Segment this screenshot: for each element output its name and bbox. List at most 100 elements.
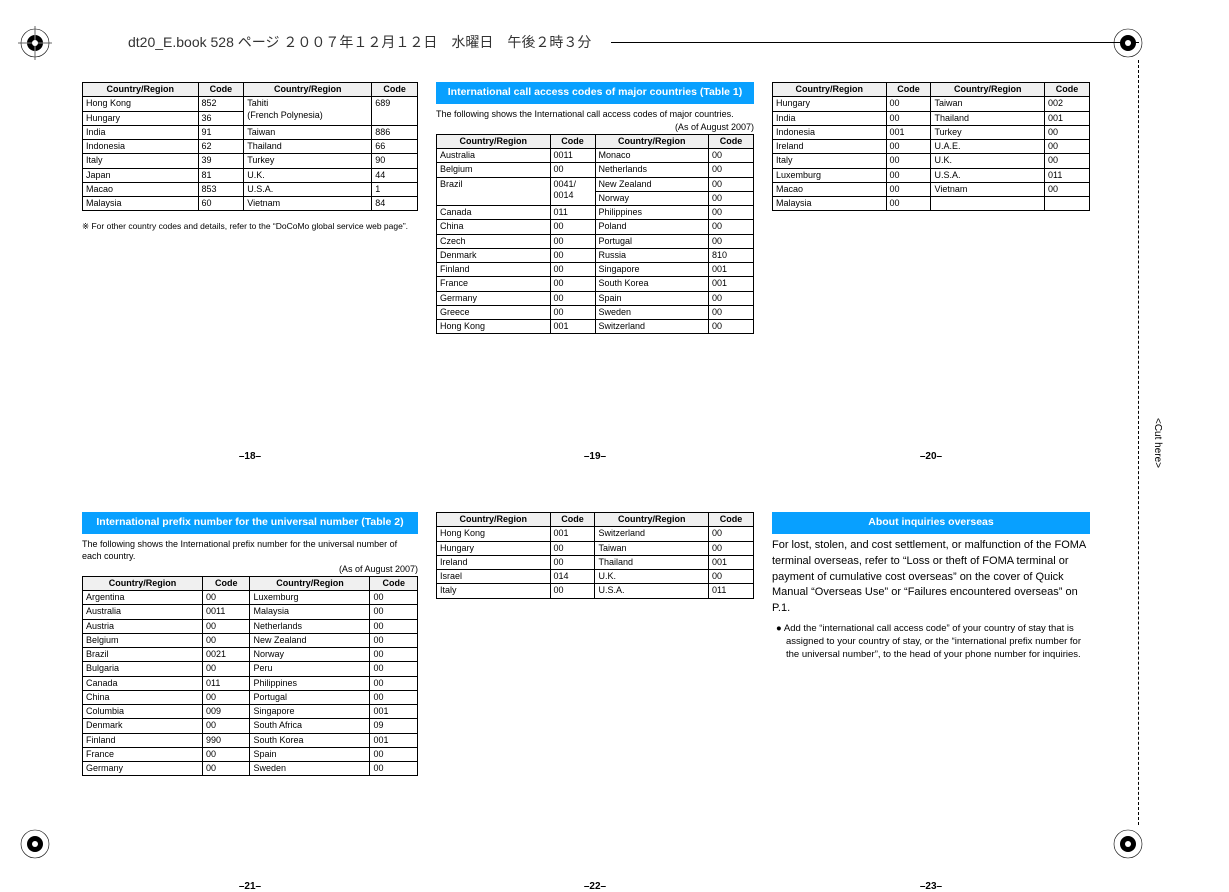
table-cell: Bulgaria: [83, 662, 203, 676]
table-row: Indonesia001Turkey00: [773, 125, 1090, 139]
table-cell: 011: [709, 584, 754, 598]
table-row: Luxemburg00U.S.A.011: [773, 168, 1090, 182]
table-row: Indonesia62Thailand66: [83, 140, 418, 154]
table-cell: [1045, 197, 1090, 211]
table-row: Argentina00Luxemburg00: [83, 591, 418, 605]
table-cell: 011: [1045, 168, 1090, 182]
table-cell: 66: [372, 140, 418, 154]
table-cell: Russia: [595, 248, 709, 262]
as-of-label: (As of August 2007): [82, 564, 418, 574]
table-cell: 009: [202, 705, 250, 719]
table-cell: Philippines: [595, 206, 709, 220]
print-header: dt20_E.book 528 ページ ２００７年１２月１２日 水曜日 午後２時…: [128, 32, 1139, 52]
table-cell: 00: [370, 648, 418, 662]
table-cell: New Zealand: [250, 633, 370, 647]
table-cell: U.K.: [931, 154, 1045, 168]
table-cell: 91: [198, 125, 244, 139]
table-cell: Norway: [250, 648, 370, 662]
table-row: Brazil0041/0014New Zealand00: [437, 177, 754, 191]
table-cell: Belgium: [437, 163, 551, 177]
table-cell: Macao: [773, 182, 887, 196]
table-cell: 00: [550, 220, 595, 234]
table-cell: Switzerland: [595, 527, 709, 541]
table-row: Ireland00U.A.E.00: [773, 140, 1090, 154]
table-row: Belgium00New Zealand00: [83, 633, 418, 647]
table-cell: 00: [709, 220, 754, 234]
table-cell: Italy: [437, 584, 551, 598]
table-cell: 60: [198, 197, 244, 211]
table-cell: Sweden: [250, 762, 370, 776]
section-desc: The following shows the International pr…: [82, 538, 418, 562]
prefix-number-table-cont: Country/RegionCodeCountry/RegionCodeHong…: [436, 512, 754, 599]
table-cell: 001: [709, 555, 754, 569]
crop-mark-icon: [1111, 827, 1145, 861]
table-cell: 00: [370, 591, 418, 605]
table-cell: Australia: [83, 605, 203, 619]
table-cell: 00: [550, 541, 595, 555]
panel-22: Country/RegionCodeCountry/RegionCodeHong…: [436, 512, 754, 872]
table-cell: 0011: [202, 605, 250, 619]
table-cell: 00: [550, 263, 595, 277]
access-code-table-cont: Country/RegionCodeCountry/RegionCodeHung…: [772, 82, 1090, 211]
table-cell: 00: [202, 690, 250, 704]
table-cell: Switzerland: [595, 320, 709, 334]
table-cell: 689: [372, 97, 418, 126]
table-cell: China: [437, 220, 551, 234]
table-cell: Australia: [437, 149, 551, 163]
col-header: Country/Region: [83, 83, 199, 97]
table-cell: Japan: [83, 168, 199, 182]
table-cell: 00: [1045, 140, 1090, 154]
table-cell: Singapore: [595, 263, 709, 277]
table-cell: 011: [202, 676, 250, 690]
table-cell: 853: [198, 182, 244, 196]
table-row: Czech00Portugal00: [437, 234, 754, 248]
print-header-text: dt20_E.book 528 ページ ２００７年１２月１２日 水曜日 午後２時…: [128, 32, 591, 52]
prefix-number-table: Country/RegionCodeCountry/RegionCodeArge…: [82, 576, 418, 777]
table-cell: South Korea: [595, 277, 709, 291]
table-row: Bulgaria00Peru00: [83, 662, 418, 676]
table-cell: Hungary: [437, 541, 551, 555]
col-header: Code: [198, 83, 244, 97]
col-header: Code: [370, 576, 418, 590]
table-cell: 00: [709, 291, 754, 305]
table-cell: Tahiti(French Polynesia): [244, 97, 372, 126]
table-row: Finland990South Korea001: [83, 733, 418, 747]
table-cell: 00: [202, 591, 250, 605]
panel-20: Country/RegionCodeCountry/RegionCodeHung…: [772, 82, 1090, 442]
table-cell: 001: [550, 527, 595, 541]
table-cell: Brazil: [83, 648, 203, 662]
table-cell: 00: [709, 206, 754, 220]
col-header: Code: [202, 576, 250, 590]
table-cell: Monaco: [595, 149, 709, 163]
table-cell: Italy: [773, 154, 887, 168]
table-cell: Israel: [437, 570, 551, 584]
table-cell: Thailand: [244, 140, 372, 154]
page-number: –18–: [82, 451, 418, 462]
table-cell: 00: [1045, 182, 1090, 196]
col-header: Code: [886, 83, 931, 97]
table-row: France00South Korea001: [437, 277, 754, 291]
table-cell: New Zealand: [595, 177, 709, 191]
table-cell: 00: [886, 140, 931, 154]
page-number: –22–: [436, 881, 754, 892]
page-number: –19–: [436, 451, 754, 462]
table-cell: 001: [709, 277, 754, 291]
col-header: Country/Region: [83, 576, 203, 590]
table-cell: Brazil: [437, 177, 551, 206]
table-cell: Hong Kong: [83, 97, 199, 111]
table-row: Canada011Philippines00: [437, 206, 754, 220]
page-number: –20–: [772, 451, 1090, 462]
table-cell: 001: [709, 263, 754, 277]
table-cell: Hong Kong: [437, 320, 551, 334]
table-row: India91Taiwan886: [83, 125, 418, 139]
table-cell: 0021: [202, 648, 250, 662]
section-title: International prefix number for the univ…: [82, 512, 418, 534]
table-cell: Canada: [437, 206, 551, 220]
table-row: Hong Kong852Tahiti(French Polynesia)689: [83, 97, 418, 111]
table-cell: 90: [372, 154, 418, 168]
table-row: Brazil0021Norway00: [83, 648, 418, 662]
table-cell: 00: [709, 320, 754, 334]
table-cell: Indonesia: [773, 125, 887, 139]
col-header: Country/Region: [244, 83, 372, 97]
col-header: Code: [709, 134, 754, 148]
